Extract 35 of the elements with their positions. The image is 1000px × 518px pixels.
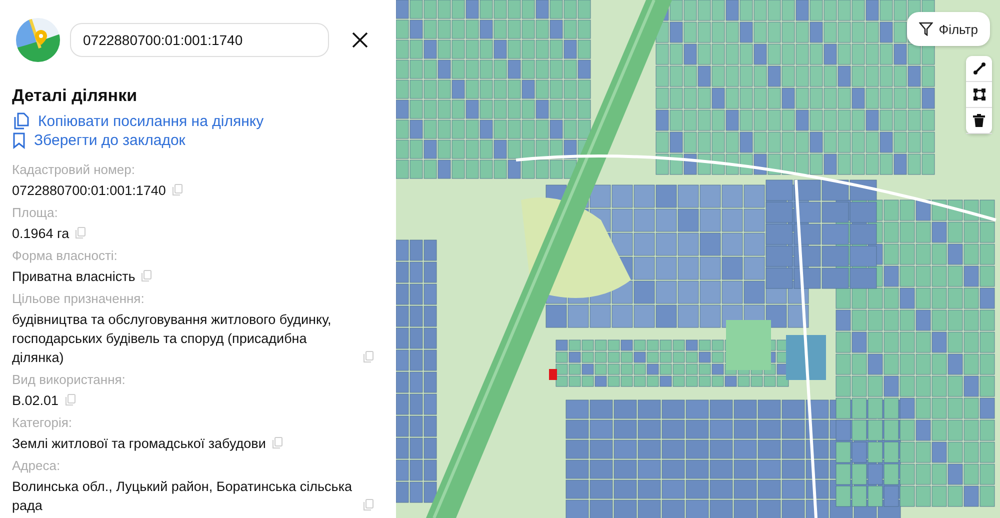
field-label: Адреса: [12, 458, 60, 474]
copy-icon[interactable] [363, 499, 374, 511]
copy-icon[interactable] [172, 184, 183, 196]
trash-icon [973, 114, 985, 127]
field-label: Форма власності: [12, 248, 118, 264]
field-value: В.02.01 [12, 392, 59, 410]
copy-icon[interactable] [141, 270, 152, 282]
line-tool-icon [972, 62, 986, 75]
field-label: Категорія: [12, 415, 72, 431]
field-value: 0722880700:01:001:1740 [12, 182, 166, 200]
close-icon [352, 32, 368, 48]
copy-icon [12, 112, 30, 130]
polygon-tool-icon [972, 88, 986, 101]
field-value: Волинська обл., Луцький район, Боратинська сільська рада [12, 478, 354, 515]
field-label: Площа: [12, 205, 58, 221]
copy-link[interactable]: Копіювати посилання на ділянку [12, 112, 264, 130]
copy-icon[interactable] [75, 227, 86, 239]
field-value: 0.1964 га [12, 225, 70, 243]
copy-icon[interactable] [363, 351, 374, 363]
filter-button[interactable]: Фільтр [906, 12, 990, 46]
copy-icon[interactable] [272, 437, 283, 449]
bookmark-link[interactable]: Зберегти до закладок [12, 132, 186, 149]
field-value: Землі житлової та громадської забудови [12, 435, 266, 453]
bookmark-icon [12, 132, 26, 149]
section-title: Деталі ділянки [12, 86, 138, 106]
close-button[interactable] [350, 30, 370, 50]
copy-icon[interactable] [64, 394, 76, 406]
field-value: будівництва та обслуговування житлового будинку, господарських будівель та споруд (присадибна ділянка) [12, 311, 332, 367]
field-value: Приватна власність [12, 268, 136, 286]
field-label: Кадастровий номер: [12, 162, 135, 178]
filter-icon [918, 22, 933, 36]
field-label: Цільове призначення: [12, 291, 144, 307]
search-field[interactable]: 0722880700:01:001:1740 [70, 23, 329, 57]
map-pin-logo-icon [16, 18, 60, 62]
field-label: Вид використання: [12, 372, 126, 388]
